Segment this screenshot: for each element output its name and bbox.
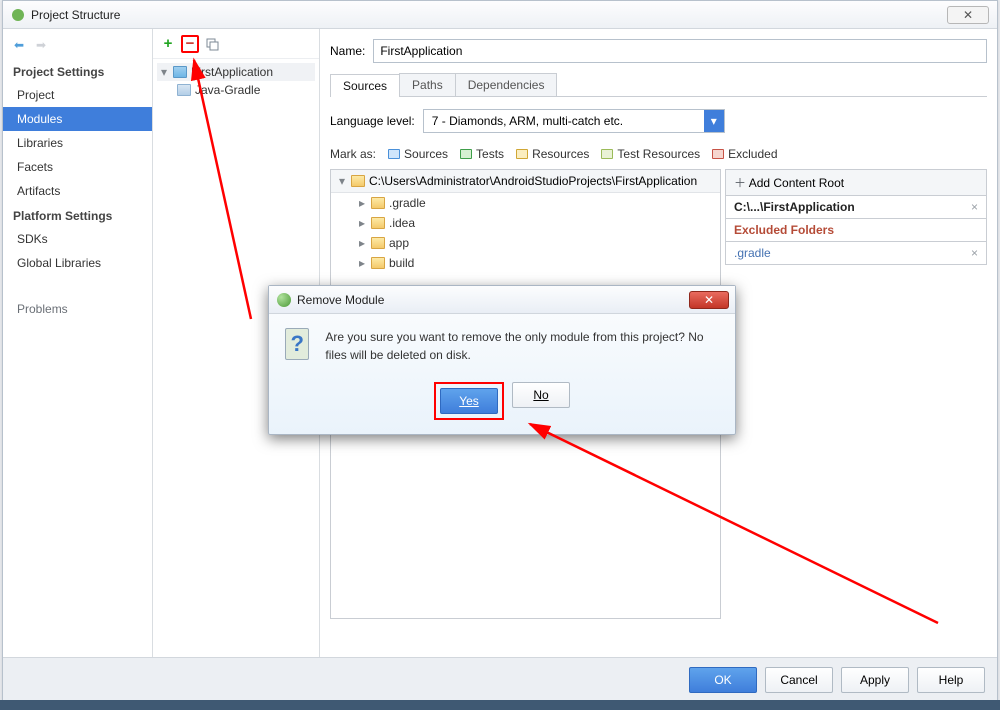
remove-content-root-icon[interactable]: ×	[971, 200, 978, 214]
apply-button[interactable]: Apply	[841, 667, 909, 693]
test-resources-color-icon	[601, 149, 613, 159]
plus-icon: ＋	[734, 176, 746, 190]
sidebar-item-problems[interactable]: Problems	[3, 297, 152, 321]
dialog-message: Are you sure you want to remove the only…	[325, 328, 719, 364]
content-root-path-row[interactable]: ▾ C:\Users\Administrator\AndroidStudioPr…	[331, 170, 720, 193]
dialog-titlebar: Remove Module ✕	[269, 286, 735, 314]
excluded-color-icon	[712, 149, 724, 159]
chevron-right-icon: ▸	[357, 236, 367, 250]
back-icon[interactable]: ⬅	[11, 37, 27, 53]
module-node-firstapplication[interactable]: ▾ FirstApplication	[157, 63, 315, 81]
dialog-title: Remove Module	[297, 293, 384, 307]
settings-sidebar: ⬅ ➡ Project Settings Project Modules Lib…	[3, 29, 153, 657]
folder-icon	[371, 217, 385, 229]
resources-color-icon	[516, 149, 528, 159]
name-label: Name:	[330, 44, 365, 58]
section-platform-settings: Platform Settings	[3, 203, 152, 227]
folder-node-app[interactable]: ▸app	[331, 233, 720, 253]
window-title: Project Structure	[31, 8, 947, 22]
chevron-down-icon: ▾	[159, 65, 169, 79]
content-root-path: C:\Users\Administrator\AndroidStudioProj…	[369, 174, 697, 188]
remove-module-dialog: Remove Module ✕ ? Are you sure you want …	[268, 285, 736, 435]
folder-node-gradle[interactable]: ▸.gradle	[331, 193, 720, 213]
folder-icon	[371, 237, 385, 249]
dialog-close-button[interactable]: ✕	[689, 291, 729, 309]
mark-as-label: Mark as:	[330, 147, 376, 161]
language-level-dropdown[interactable]: 7 - Diamonds, ARM, multi-catch etc. ▾	[423, 109, 725, 133]
folder-icon	[351, 175, 365, 187]
mark-tests[interactable]: Tests	[476, 147, 504, 161]
chevron-right-icon: ▸	[357, 196, 367, 210]
content-root-entry[interactable]: C:\...\FirstApplication ×	[725, 196, 987, 219]
yes-button[interactable]: Yes	[440, 388, 498, 414]
no-button[interactable]: No	[512, 382, 570, 408]
mark-resources[interactable]: Resources	[532, 147, 589, 161]
help-button[interactable]: Help	[917, 667, 985, 693]
sidebar-item-artifacts[interactable]: Artifacts	[3, 179, 152, 203]
copy-module-button[interactable]	[203, 35, 221, 53]
module-tree: ▾ FirstApplication Java-Gradle	[153, 59, 319, 103]
folder-node-idea[interactable]: ▸.idea	[331, 213, 720, 233]
sources-color-icon	[388, 149, 400, 159]
sidebar-item-libraries[interactable]: Libraries	[3, 131, 152, 155]
sidebar-item-sdks[interactable]: SDKs	[3, 227, 152, 251]
sidebar-item-project[interactable]: Project	[3, 83, 152, 107]
taskbar-fragment	[0, 700, 1000, 710]
tab-paths[interactable]: Paths	[399, 73, 456, 96]
mark-as-row: Mark as: Sources Tests Resources Test Re…	[330, 147, 987, 161]
mark-test-resources[interactable]: Test Resources	[617, 147, 700, 161]
window-close-button[interactable]: ✕	[947, 6, 989, 24]
folder-icon	[371, 197, 385, 209]
dropdown-arrow-icon: ▾	[704, 110, 724, 132]
language-level-label: Language level:	[330, 114, 415, 128]
section-project-settings: Project Settings	[3, 59, 152, 83]
module-subnode-java-gradle[interactable]: Java-Gradle	[157, 81, 315, 99]
dialog-app-icon	[277, 293, 291, 307]
question-icon: ?	[285, 328, 309, 360]
tests-color-icon	[460, 149, 472, 159]
chevron-right-icon: ▸	[357, 216, 367, 230]
ok-button[interactable]: OK	[689, 667, 757, 693]
tab-sources[interactable]: Sources	[330, 74, 400, 97]
language-level-value: 7 - Diamonds, ARM, multi-catch etc.	[424, 114, 704, 128]
chevron-right-icon: ▸	[357, 256, 367, 270]
gradle-icon	[177, 84, 191, 96]
module-sub-label: Java-Gradle	[195, 83, 260, 97]
excluded-folder-entry[interactable]: .gradle ×	[725, 242, 987, 265]
add-module-button[interactable]: +	[159, 35, 177, 53]
remove-excluded-icon[interactable]: ×	[971, 246, 978, 260]
sidebar-item-facets[interactable]: Facets	[3, 155, 152, 179]
sidebar-item-modules[interactable]: Modules	[3, 107, 152, 131]
folder-icon	[371, 257, 385, 269]
app-icon	[11, 8, 25, 22]
titlebar: Project Structure ✕	[3, 1, 997, 29]
module-toolbar: + −	[153, 29, 319, 59]
module-label: FirstApplication	[191, 65, 273, 79]
dialog-footer: OK Cancel Apply Help	[3, 657, 997, 701]
forward-icon[interactable]: ➡	[33, 37, 49, 53]
tab-dependencies[interactable]: Dependencies	[455, 73, 558, 96]
excluded-folders-header: Excluded Folders	[725, 219, 987, 242]
remove-module-button[interactable]: −	[181, 35, 199, 53]
chevron-down-icon: ▾	[337, 174, 347, 188]
add-content-root-header[interactable]: ＋ Add Content Root	[725, 169, 987, 196]
cancel-button[interactable]: Cancel	[765, 667, 833, 693]
content-roots-panel: ＋ Add Content Root C:\...\FirstApplicati…	[725, 169, 987, 619]
module-tabs: Sources Paths Dependencies	[330, 73, 987, 97]
folder-node-build[interactable]: ▸build	[331, 253, 720, 273]
mark-excluded[interactable]: Excluded	[728, 147, 777, 161]
module-name-input[interactable]	[373, 39, 987, 63]
module-folder-icon	[173, 66, 187, 78]
mark-sources[interactable]: Sources	[404, 147, 448, 161]
sidebar-item-global-libraries[interactable]: Global Libraries	[3, 251, 152, 275]
